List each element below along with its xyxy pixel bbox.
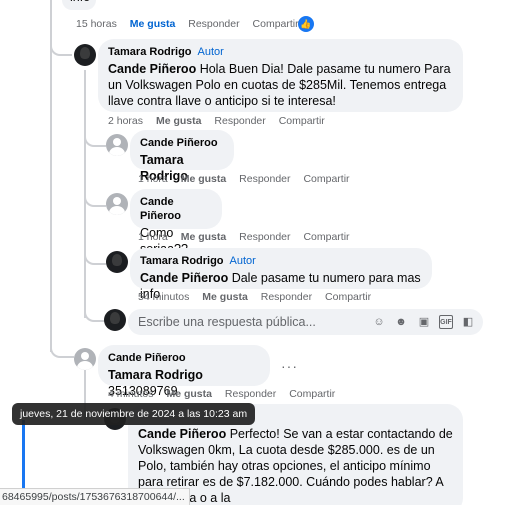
comment-bubble: Cande Piñeroo Tamara Rodrigo	[130, 130, 234, 183]
avatar[interactable]	[74, 44, 96, 66]
current-user-avatar[interactable]	[104, 309, 126, 331]
comment-time[interactable]: 2 horas	[108, 115, 143, 127]
share-button[interactable]: Compartir	[303, 231, 349, 243]
share-button[interactable]: Compartir	[253, 18, 299, 30]
like-button[interactable]: Me gusta	[166, 388, 212, 400]
emoji-icon[interactable]: ☻	[394, 315, 408, 329]
reply-button[interactable]: Responder	[225, 388, 276, 400]
comment-bubble: Cande Piñeroo Como seriaa??	[130, 189, 222, 256]
thread-elbow	[84, 125, 106, 147]
like-button[interactable]: Me gusta	[156, 115, 202, 127]
reply-button[interactable]: Responder	[239, 231, 290, 243]
reply-button[interactable]: Responder	[239, 173, 290, 185]
mention-link[interactable]: Cande Piñeroo	[108, 62, 196, 76]
comment-time[interactable]: 1 hora	[138, 173, 168, 185]
share-button[interactable]: Compartir	[325, 291, 371, 303]
thumbs-up-icon: 👍	[298, 16, 314, 32]
comment-author[interactable]: Tamara Rodrigo	[140, 255, 224, 267]
thread-elbow	[50, 30, 72, 56]
share-button[interactable]: Compartir	[279, 115, 325, 127]
avatar[interactable]	[106, 193, 128, 215]
camera-icon[interactable]: ▣	[417, 315, 431, 329]
reply-button[interactable]: Responder	[214, 115, 265, 127]
thread-elbow	[84, 243, 106, 265]
comment-author[interactable]: Cande Piñeroo	[140, 195, 212, 223]
comment-actions: 15 horas Me gusta Responder Compartir	[76, 18, 309, 31]
like-button[interactable]: Me gusta	[202, 291, 248, 303]
status-bar-url: 68465995/posts/1753676318700644/...	[0, 488, 190, 505]
comment-actions: 2 horas Me gusta Responder Compartir	[108, 115, 335, 128]
comment-actions: 4 minutos Me gusta Responder Compartir	[108, 388, 345, 401]
author-badge: Autor	[229, 255, 256, 267]
thread-elbow	[84, 185, 106, 207]
timestamp-tooltip: jueves, 21 de noviembre de 2024 a las 10…	[12, 403, 256, 425]
reply-button[interactable]: Responder	[188, 18, 239, 30]
comment-bubble: Tamara Rodrigo Autor Cande Piñeroo Hola B…	[98, 39, 463, 112]
gif-icon[interactable]: GIF	[439, 315, 453, 329]
thread-elbow	[50, 330, 74, 358]
reply-input-placeholder: Escribe una respuesta pública...	[138, 315, 316, 329]
comment-time[interactable]: 4 minutos	[108, 388, 154, 400]
avatar-sticker-icon[interactable]: ☺	[372, 315, 386, 329]
mention-link[interactable]: Cande Piñeroo	[140, 271, 228, 285]
comment-author[interactable]: Tamara Rodrigo	[108, 46, 192, 58]
reply-input[interactable]: Escribe una respuesta pública... ☺ ☻ ▣ G…	[128, 309, 483, 335]
sticker-icon[interactable]: ◧	[461, 315, 475, 329]
comment-bubble-top: info	[62, 0, 96, 10]
comment-text: info	[70, 0, 90, 4]
mention-link[interactable]: Cande Piñeroo	[138, 427, 226, 441]
comment-bubble: Tamara Rodrigo Autor Cande Piñeroo Dale p…	[130, 248, 432, 301]
comment-actions: 1 hora Me gusta Responder Compartir	[138, 173, 360, 186]
comment-author[interactable]: Cande Piñeroo	[140, 136, 224, 150]
share-button[interactable]: Compartir	[303, 173, 349, 185]
avatar[interactable]	[74, 348, 96, 370]
thread-elbow	[84, 300, 106, 322]
mention-link[interactable]: Tamara Rodrigo	[108, 368, 203, 382]
author-badge: Autor	[197, 46, 224, 58]
comment-author[interactable]: Cande Piñeroo	[108, 351, 260, 365]
avatar[interactable]	[106, 251, 128, 273]
like-button[interactable]: Me gusta	[181, 173, 227, 185]
comment-time[interactable]: 15 horas	[76, 18, 117, 30]
comment-time[interactable]: 1 hora	[138, 231, 168, 243]
comment-time[interactable]: 54 minutos	[138, 291, 189, 303]
share-button[interactable]: Compartir	[289, 388, 335, 400]
comment-actions: 54 minutos Me gusta Responder Compartir	[138, 291, 381, 304]
like-button[interactable]: Me gusta	[181, 231, 227, 243]
avatar[interactable]	[106, 134, 128, 156]
comment-bubble: Cande Piñeroo Tamara Rodrigo 3513089769	[98, 345, 270, 398]
reply-button[interactable]: Responder	[261, 291, 312, 303]
like-button[interactable]: Me gusta	[130, 18, 176, 30]
comment-actions: 1 hora Me gusta Responder Compartir	[138, 231, 360, 244]
more-options-icon[interactable]: ···	[281, 358, 298, 374]
